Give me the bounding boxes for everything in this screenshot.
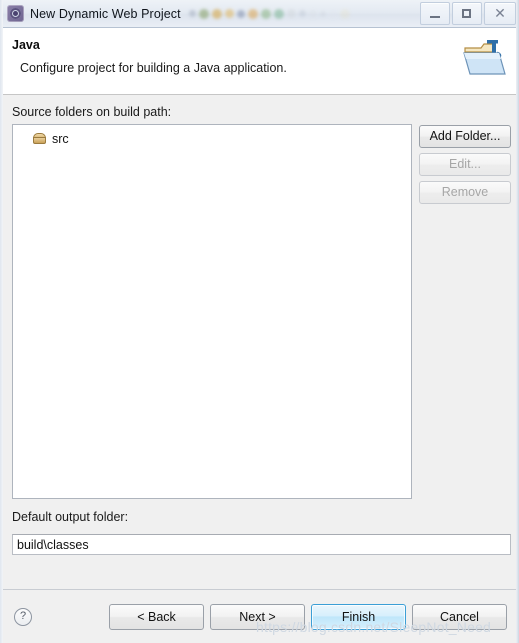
edit-button: Edit... [419, 153, 511, 176]
blurred-background-icons [188, 8, 350, 19]
wizard-gear-icon [7, 5, 24, 22]
ghost-icon [224, 9, 234, 18]
source-folders-tree[interactable]: src [12, 124, 412, 499]
add-folder-button[interactable]: Add Folder... [419, 125, 511, 148]
minimize-button[interactable] [420, 2, 450, 25]
wizard-header: Java Configure project for building a Ja… [0, 28, 519, 95]
next-button[interactable]: Next > [210, 603, 305, 630]
java-folder-icon [463, 40, 506, 75]
window-controls: ✕ [418, 2, 516, 25]
window-title: New Dynamic Web Project [30, 6, 181, 21]
help-icon[interactable]: ? [14, 607, 32, 626]
ghost-icon [260, 8, 271, 19]
ghost-icon [308, 9, 317, 18]
page-description: Configure project for building a Java ap… [20, 61, 287, 75]
finish-button[interactable]: Finish [311, 603, 406, 630]
ghost-icon [273, 8, 284, 19]
tree-item-src[interactable]: src [13, 130, 411, 148]
cancel-button[interactable]: Cancel [412, 603, 507, 630]
title-bar: New Dynamic Web Project ✕ [0, 0, 519, 28]
source-folders-row: src Add Folder... Edit... Remove [12, 124, 511, 499]
remove-button: Remove [419, 181, 511, 204]
ghost-icon [328, 9, 337, 18]
tree-action-buttons: Add Folder... Edit... Remove [419, 124, 511, 204]
ghost-icon [286, 9, 296, 18]
close-icon: ✕ [494, 5, 506, 21]
ghost-icon [188, 10, 196, 17]
ghost-icon [247, 8, 258, 19]
dialog-body: Source folders on build path: src Add Fo… [0, 95, 519, 589]
source-folders-label: Source folders on build path: [12, 105, 172, 119]
close-button[interactable]: ✕ [484, 2, 516, 25]
ghost-icon [198, 8, 209, 19]
maximize-button[interactable] [452, 2, 482, 25]
ghost-icon [298, 10, 306, 17]
default-output-folder-input[interactable] [12, 534, 511, 555]
ghost-icon [236, 9, 245, 18]
page-title: Java [12, 38, 40, 52]
ghost-icon [339, 8, 350, 19]
dialog-footer: ? < Back Next > Finish Cancel [0, 589, 519, 643]
ghost-icon [211, 8, 222, 19]
navigation-buttons: < Back Next > Finish Cancel [109, 603, 507, 630]
default-output-folder-label: Default output folder: [12, 510, 129, 524]
tree-item-label: src [52, 132, 69, 146]
back-button[interactable]: < Back [109, 603, 204, 630]
package-folder-icon [33, 133, 47, 145]
new-dynamic-web-project-dialog: New Dynamic Web Project ✕ Java Configure… [0, 0, 519, 643]
ghost-icon [319, 10, 326, 17]
